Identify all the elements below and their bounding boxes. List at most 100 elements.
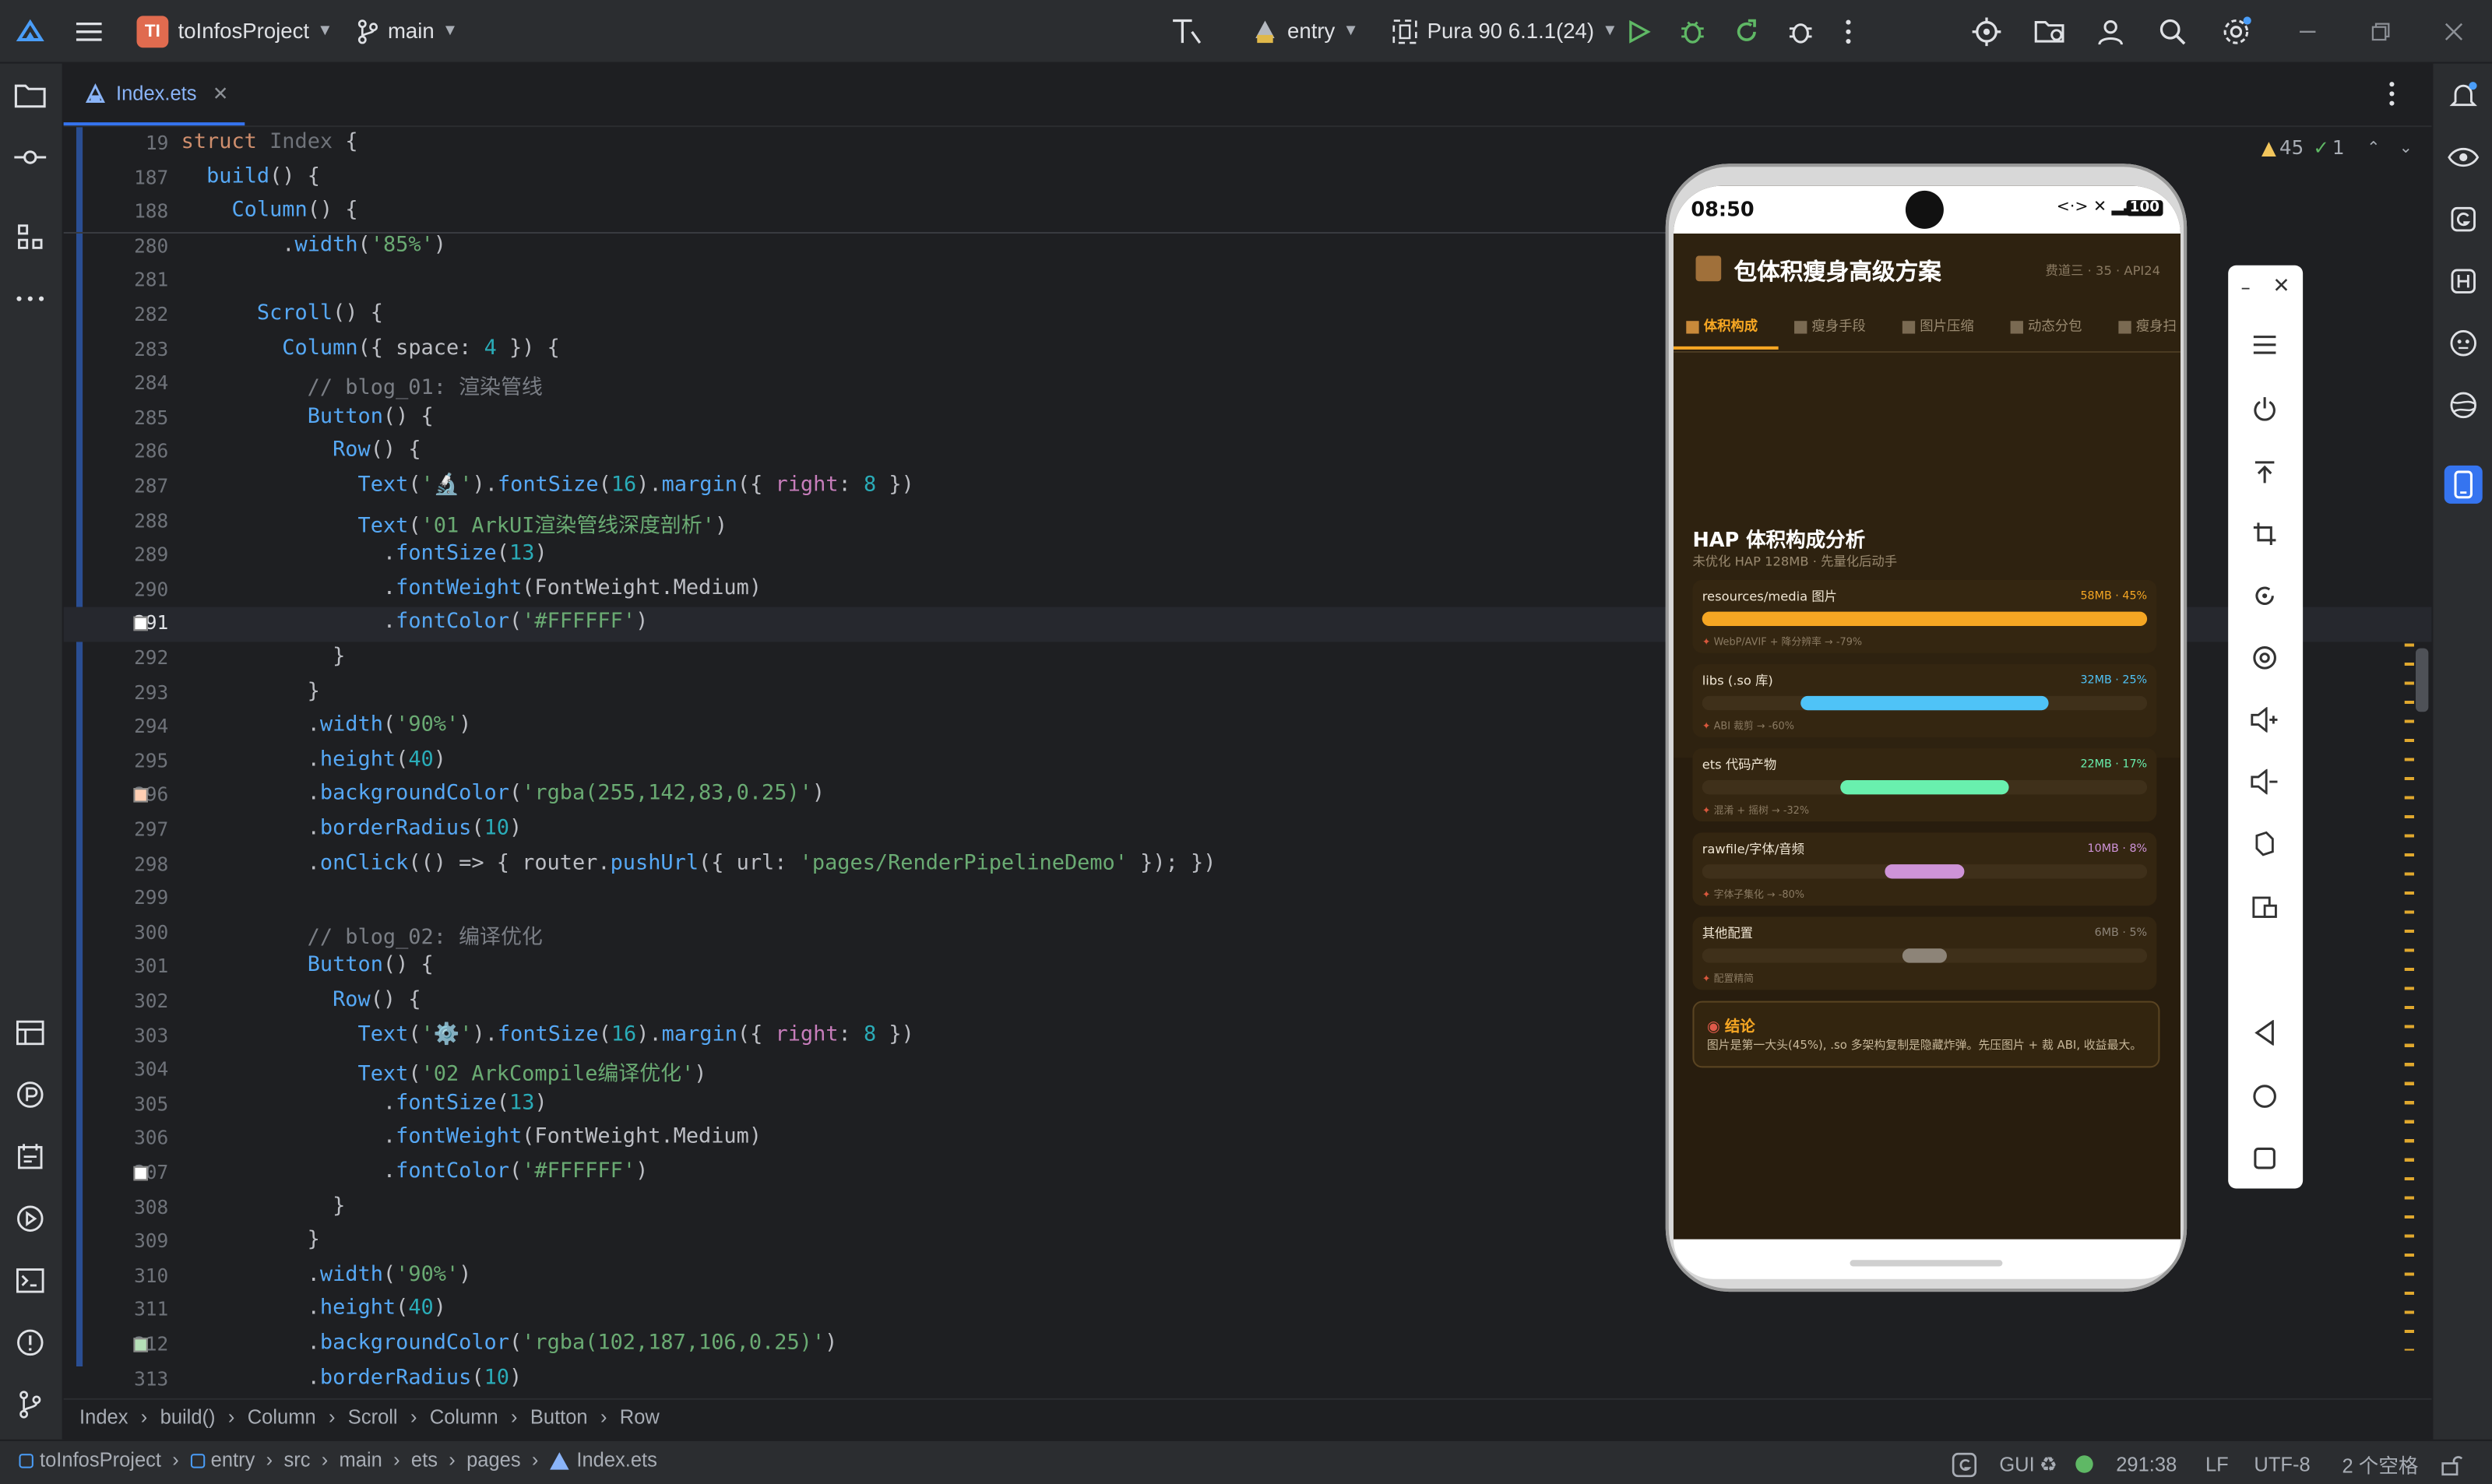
search-icon[interactable] xyxy=(2158,0,2187,62)
layout-inspector-icon[interactable] xyxy=(11,1014,49,1052)
code-line[interactable]: // blog_01: 渲染管线 xyxy=(181,371,543,401)
code-line[interactable]: Column() { xyxy=(181,199,357,223)
structure-icon[interactable] xyxy=(11,218,49,256)
account-icon[interactable] xyxy=(2096,0,2125,62)
cursor-position[interactable]: 291:38 xyxy=(2116,1453,2177,1475)
app-tab[interactable]: 动态分包 xyxy=(2010,316,2082,336)
code-line[interactable]: .backgroundColor('rgba(102,187,106,0.25)… xyxy=(181,1331,838,1356)
code-linter-icon[interactable] xyxy=(1170,0,1205,62)
tab-more-icon[interactable] xyxy=(2387,81,2396,113)
code-line[interactable]: Scroll() { xyxy=(181,302,383,326)
code-line[interactable]: Text('01 ArkUI渲染管线深度剖析') xyxy=(181,508,727,538)
code-line[interactable]: .height(40) xyxy=(181,1297,446,1321)
line-separator[interactable]: LF xyxy=(2205,1453,2229,1475)
maximize-window-icon[interactable] xyxy=(2371,0,2390,62)
code-line[interactable]: } xyxy=(181,1229,320,1253)
breadcrumb-item[interactable]: Index xyxy=(79,1406,128,1429)
indent-setting[interactable]: 2 个空格 xyxy=(2342,1449,2419,1479)
device-emulator-icon[interactable] xyxy=(2444,465,2483,504)
file-encoding[interactable]: UTF-8 xyxy=(2254,1453,2310,1475)
commit-icon[interactable] xyxy=(11,139,49,177)
close-tab-icon[interactable]: ✕ xyxy=(213,82,229,104)
back-nav-icon[interactable] xyxy=(2246,1014,2284,1052)
main-menu-icon[interactable] xyxy=(75,0,104,62)
code-line[interactable]: Button() { xyxy=(181,405,434,429)
terminal-icon[interactable] xyxy=(11,1261,49,1299)
device-selector[interactable]: Pura 90 6.1.1(24) ▼ xyxy=(1392,0,1618,62)
volume-up-icon[interactable] xyxy=(2246,701,2284,739)
volume-down-icon[interactable] xyxy=(2246,763,2284,801)
color-swatch-icon[interactable] xyxy=(133,1166,148,1181)
code-line[interactable]: .fontSize(13) xyxy=(181,542,547,566)
status-path-item[interactable]: pages xyxy=(466,1449,521,1472)
more-actions-icon[interactable] xyxy=(1843,0,1853,62)
apply-changes-icon[interactable] xyxy=(1732,0,1761,62)
codegenie-status-icon[interactable] xyxy=(1952,1451,1977,1477)
settings-gear-icon[interactable] xyxy=(2220,0,2252,62)
profiler-icon[interactable] xyxy=(11,1076,49,1114)
status-path-item[interactable]: toInfosProject xyxy=(40,1449,161,1472)
project-folder-icon[interactable] xyxy=(11,76,49,114)
app-tab[interactable]: 图片压缩 xyxy=(1902,316,1974,336)
code-line[interactable]: } xyxy=(181,645,345,670)
run-icon[interactable] xyxy=(1626,0,1652,62)
home-indicator[interactable] xyxy=(1850,1260,2003,1267)
app-logo-icon[interactable] xyxy=(16,0,44,62)
code-line[interactable]: Text('02 ArkCompile编译优化') xyxy=(181,1057,707,1088)
hilog-icon[interactable] xyxy=(11,1138,49,1176)
status-path-item[interactable]: main xyxy=(340,1449,382,1472)
home-nav-icon[interactable] xyxy=(2246,1078,2284,1116)
code-line[interactable]: Column({ space: 4 }) { xyxy=(181,336,560,360)
crop-screenshot-icon[interactable] xyxy=(2246,515,2284,553)
breadcrumb-item[interactable]: Column xyxy=(430,1406,498,1429)
attach-debugger-icon[interactable] xyxy=(1786,0,1815,62)
ai-bot-icon[interactable] xyxy=(2444,324,2483,362)
breadcrumb-item[interactable]: Scroll xyxy=(348,1406,398,1429)
code-line[interactable]: .onClick(() => { router.pushUrl({ url: '… xyxy=(181,851,1216,875)
gui-indicator[interactable]: GUI xyxy=(1999,1453,2034,1475)
status-path-item[interactable]: src xyxy=(283,1449,310,1472)
power-icon[interactable] xyxy=(2246,389,2284,427)
project-switcher[interactable]: TI toInfosProject ▼ xyxy=(136,0,333,62)
app-tab[interactable]: 体积构成 xyxy=(1686,316,1758,336)
close-window-icon[interactable] xyxy=(2444,0,2463,62)
minimize-window-icon[interactable] xyxy=(2298,0,2317,62)
top-icon[interactable] xyxy=(2246,453,2284,491)
globe-icon[interactable] xyxy=(2444,386,2483,424)
status-path-item[interactable]: Index.ets xyxy=(576,1449,657,1472)
code-line[interactable]: Row() { xyxy=(181,439,421,463)
harmony-assistant-icon[interactable] xyxy=(2444,262,2483,301)
breadcrumb-item[interactable]: Column xyxy=(248,1406,316,1429)
code-line[interactable]: .borderRadius(10) xyxy=(181,817,523,841)
color-swatch-icon[interactable] xyxy=(133,1338,148,1352)
more-tools-icon[interactable] xyxy=(11,280,49,318)
code-line[interactable]: .backgroundColor('rgba(255,142,83,0.25)'… xyxy=(181,782,825,807)
breadcrumb-item[interactable]: Button xyxy=(530,1406,588,1429)
code-line[interactable]: .borderRadius(10) xyxy=(181,1366,523,1390)
problems-icon[interactable] xyxy=(11,1324,49,1362)
phone-screen[interactable]: 08:50 <·> ✕ ▂▃▅ 100 包体积瘦身高级方案 费道三 · 35 ·… xyxy=(1673,185,2180,1240)
breadcrumb-item[interactable]: Row xyxy=(620,1406,660,1429)
status-path-item[interactable]: entry xyxy=(211,1449,255,1472)
previewer-eye-icon[interactable] xyxy=(2444,139,2483,177)
code-line[interactable]: .fontColor('#FFFFFF') xyxy=(181,610,648,635)
version-control-icon[interactable] xyxy=(11,1385,49,1423)
notifications-bell-icon[interactable] xyxy=(2444,76,2483,114)
breadcrumb-item[interactable]: build() xyxy=(160,1406,216,1429)
code-line[interactable]: } xyxy=(181,1194,345,1218)
code-line[interactable]: .fontColor('#FFFFFF') xyxy=(181,1160,648,1184)
close-emulator-icon[interactable]: ✕ xyxy=(2272,275,2290,299)
code-line[interactable]: Button() { xyxy=(181,954,434,978)
screen-record-icon[interactable] xyxy=(2246,638,2284,677)
app-tab[interactable]: 瘦身扫 xyxy=(2118,316,2177,336)
run-config-selector[interactable]: entry ▼ xyxy=(1252,0,1359,62)
inspection-widget[interactable]: ▲ 45 ✓ 1 ⌃ ⌄ xyxy=(2261,137,2413,160)
rotate-icon[interactable] xyxy=(2246,577,2284,615)
code-line[interactable]: .fontWeight(FontWeight.Medium) xyxy=(181,576,762,600)
editor-tab-index-ets[interactable]: Index.ets ✕ xyxy=(63,64,245,126)
branch-switcher[interactable]: main ▼ xyxy=(356,0,458,62)
status-path-item[interactable]: ets xyxy=(411,1449,438,1472)
app-tab[interactable]: 瘦身手段 xyxy=(1794,316,1866,336)
minimize-emulator-icon[interactable]: – xyxy=(2241,276,2251,299)
color-swatch-icon[interactable] xyxy=(133,788,148,804)
